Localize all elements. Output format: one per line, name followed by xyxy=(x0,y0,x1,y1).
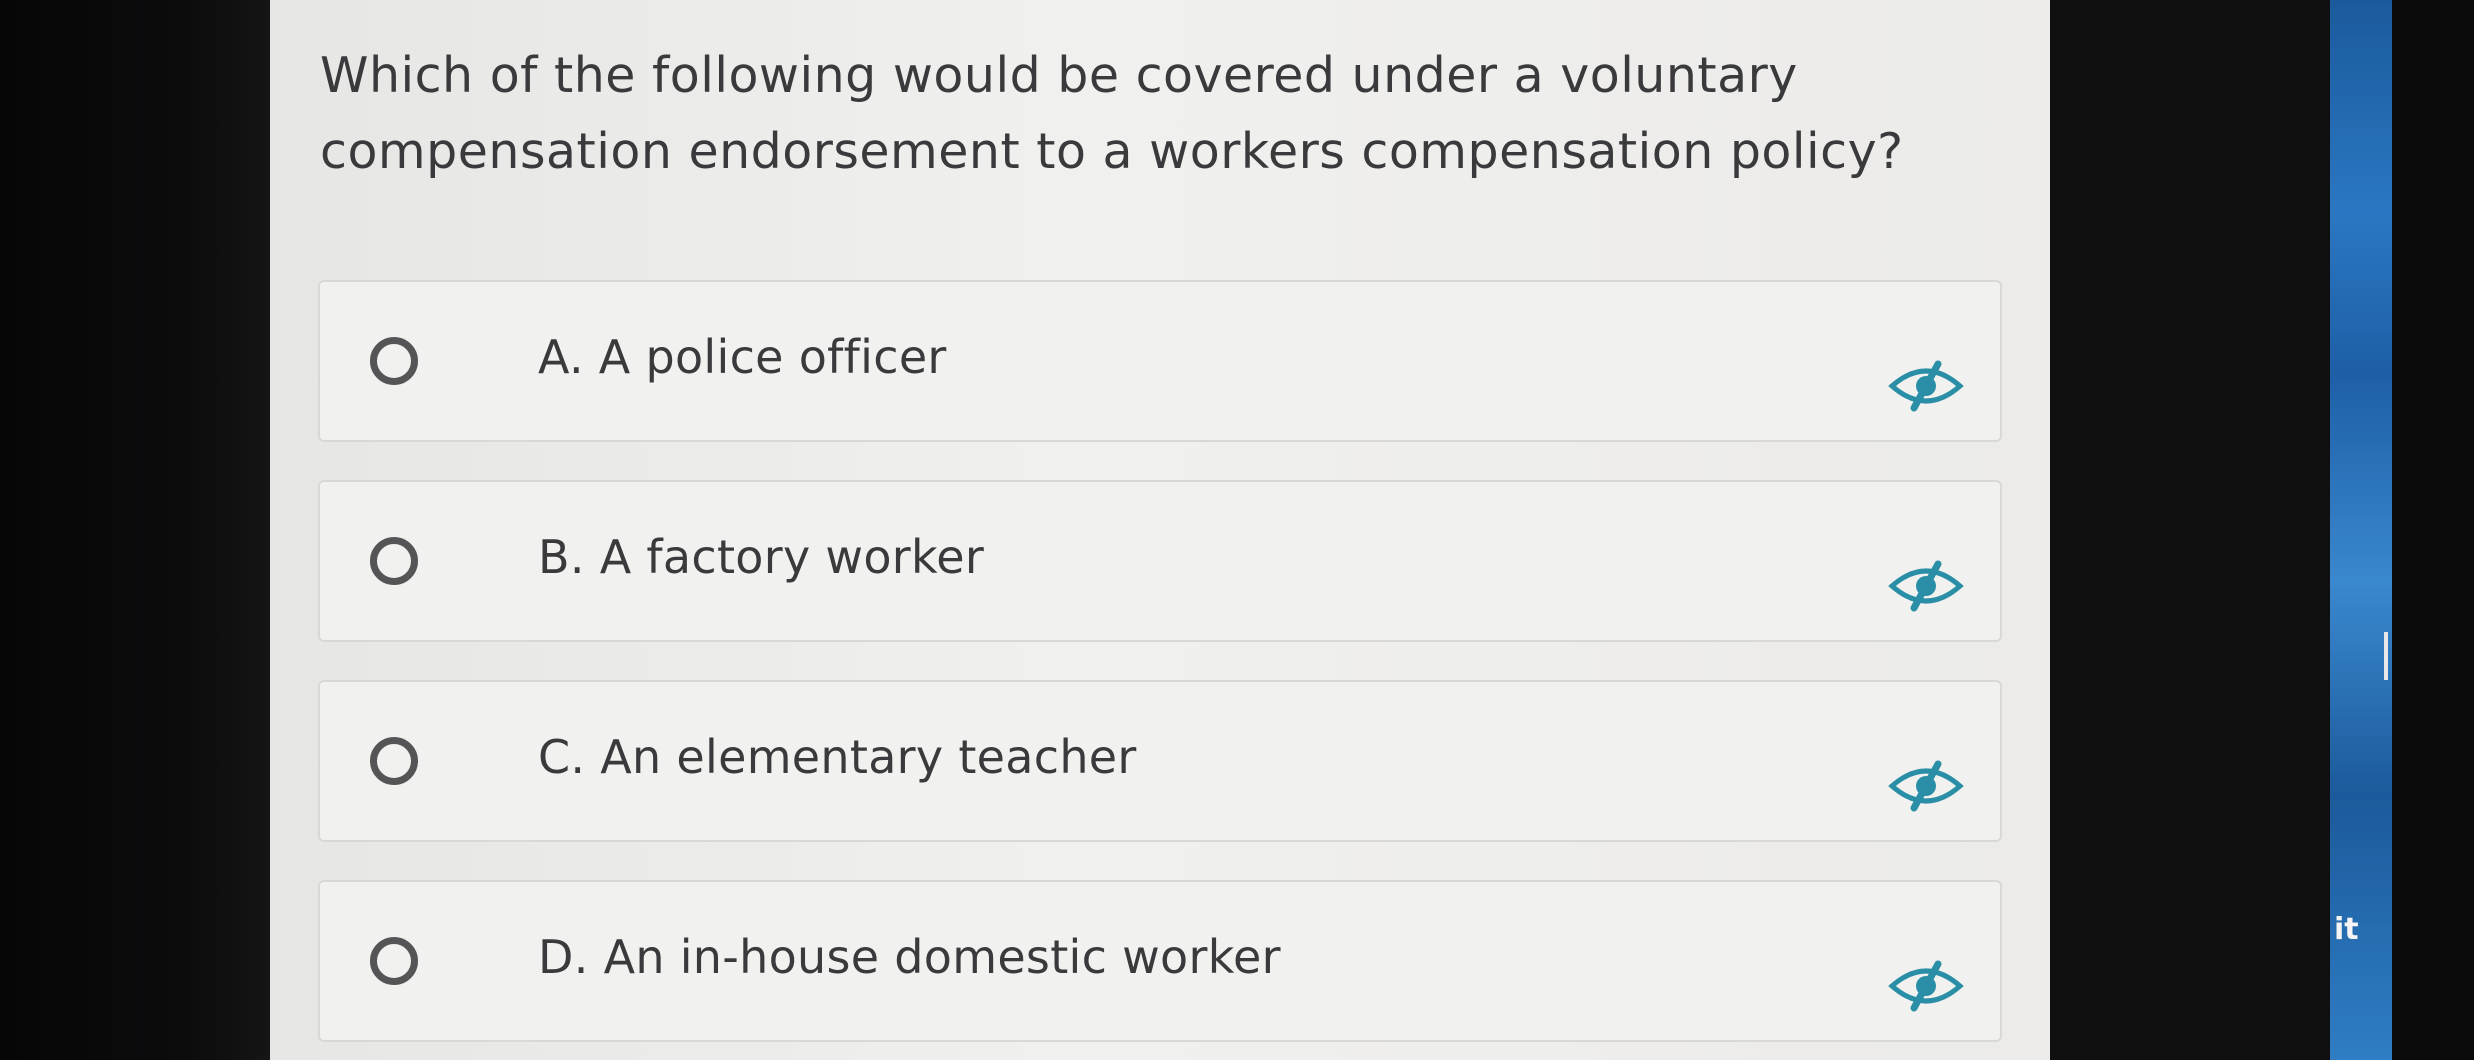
question-line-1: Which of the following would be covered … xyxy=(320,47,1798,104)
option-b[interactable]: B. A factory worker xyxy=(318,480,2002,642)
eye-slash-icon[interactable] xyxy=(1888,560,1964,612)
option-c-radio[interactable] xyxy=(370,737,418,785)
far-right-bezel xyxy=(2392,0,2474,1060)
eye-slash-icon[interactable] xyxy=(1888,960,1964,1012)
option-a[interactable]: A. A police officer xyxy=(318,280,2002,442)
eye-slash-icon[interactable] xyxy=(1888,760,1964,812)
background-window-strip xyxy=(2330,0,2392,1060)
left-bezel xyxy=(0,0,270,1060)
answer-options: A. A police officer B. A factory worker … xyxy=(318,280,2002,1060)
photo-stage: Which of the following would be covered … xyxy=(0,0,2474,1060)
option-a-radio[interactable] xyxy=(370,337,418,385)
option-c[interactable]: C. An elementary teacher xyxy=(318,680,2002,842)
question-line-2: compensation endorsement to a workers co… xyxy=(320,123,1904,180)
option-d-radio[interactable] xyxy=(370,937,418,985)
option-d[interactable]: D. An in-house domestic worker xyxy=(318,880,2002,1042)
right-bezel xyxy=(2050,0,2330,1060)
edge-text: it xyxy=(2334,912,2359,947)
option-b-label: B. A factory worker xyxy=(538,530,985,584)
option-b-radio[interactable] xyxy=(370,537,418,585)
text-cursor xyxy=(2384,632,2388,680)
question-text: Which of the following would be covered … xyxy=(320,38,2020,190)
option-c-label: C. An elementary teacher xyxy=(538,730,1137,784)
eye-slash-icon[interactable] xyxy=(1888,360,1964,412)
option-d-label: D. An in-house domestic worker xyxy=(538,930,1281,984)
option-a-label: A. A police officer xyxy=(538,330,947,384)
